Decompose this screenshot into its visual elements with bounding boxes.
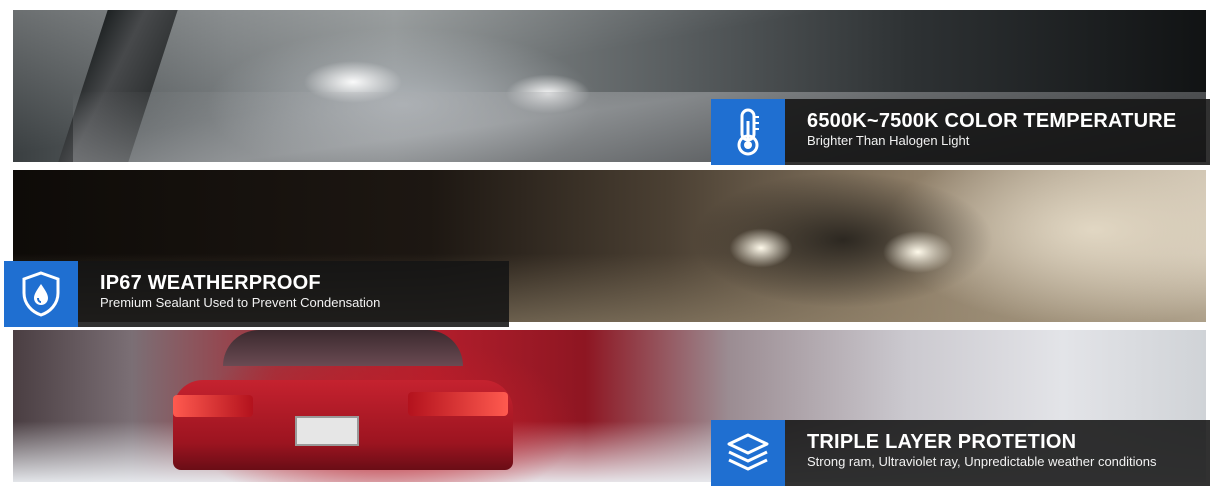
shield-icon-box	[4, 261, 78, 327]
car-rear-window	[223, 330, 463, 366]
feature-subtitle: Premium Sealant Used to Prevent Condensa…	[100, 295, 381, 310]
feature-subtitle: Brighter Than Halogen Light	[807, 133, 970, 148]
shield-water-icon	[22, 271, 60, 317]
thermometer-icon	[737, 108, 759, 156]
feature-title: IP67 WEATHERPROOF	[100, 272, 321, 294]
left-taillight	[173, 395, 253, 417]
layers-icon-box	[711, 420, 785, 486]
feature-title: 6500K~7500K COLOR TEMPERATURE	[807, 110, 1177, 132]
license-plate	[295, 416, 359, 446]
thermometer-icon-box	[711, 99, 785, 165]
feature-triple-layer: TRIPLE LAYER PROTETION Strong ram, Ultra…	[711, 420, 1210, 486]
feature-title: TRIPLE LAYER PROTETION	[807, 431, 1077, 453]
right-taillight	[408, 392, 508, 416]
feature-subtitle: Strong ram, Ultraviolet ray, Unpredictab…	[807, 454, 1157, 469]
feature-weatherproof: IP67 WEATHERPROOF Premium Sealant Used t…	[4, 261, 509, 327]
layers-icon	[727, 433, 769, 471]
feature-color-temperature: 6500K~7500K COLOR TEMPERATURE Brighter T…	[711, 99, 1210, 165]
